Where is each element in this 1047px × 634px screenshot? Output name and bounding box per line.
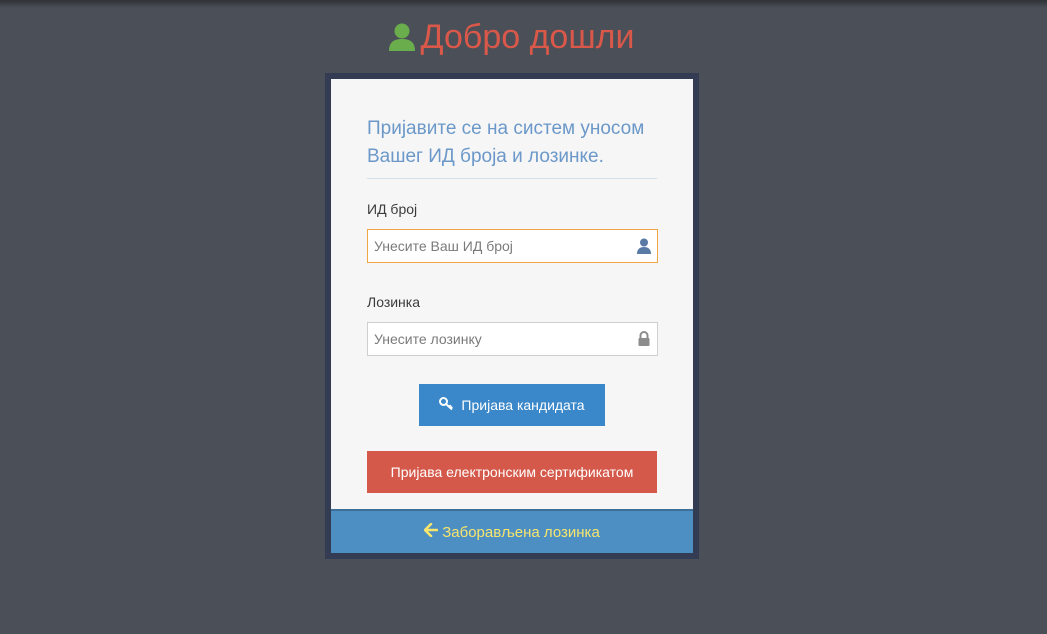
id-number-label: ИД број <box>367 201 418 217</box>
page-title: Добро дошли <box>420 18 635 56</box>
login-card: Пријавите се на систем уносом Вашег ИД б… <box>331 79 693 553</box>
password-label: Лозинка <box>367 294 421 310</box>
certificate-login-button[interactable]: Пријава електронским сертификатом <box>367 451 657 493</box>
welcome-heading: Добро дошли <box>0 14 1023 63</box>
certificate-login-label: Пријава електронским сертификатом <box>390 464 634 480</box>
user-icon <box>637 238 651 254</box>
password-field-wrapper <box>367 322 658 356</box>
login-instructions: Пријавите се на систем уносом Вашег ИД б… <box>367 115 657 179</box>
key-icon <box>439 397 454 413</box>
id-number-input[interactable] <box>368 230 624 262</box>
forgot-password-link[interactable]: Заборављена лозинка <box>331 509 693 553</box>
user-icon <box>388 17 415 63</box>
candidate-login-label: Пријава кандидата <box>461 397 585 413</box>
password-input[interactable] <box>368 323 624 355</box>
top-shadow <box>0 0 1047 8</box>
id-number-field-wrapper <box>367 229 658 263</box>
candidate-login-button[interactable]: Пријава кандидата <box>419 384 605 426</box>
arrow-left-icon <box>423 522 439 541</box>
login-panel-frame: Пријавите се на систем уносом Вашег ИД б… <box>325 73 699 559</box>
lock-icon <box>637 331 651 347</box>
forgot-password-label: Заборављена лозинка <box>442 523 600 541</box>
